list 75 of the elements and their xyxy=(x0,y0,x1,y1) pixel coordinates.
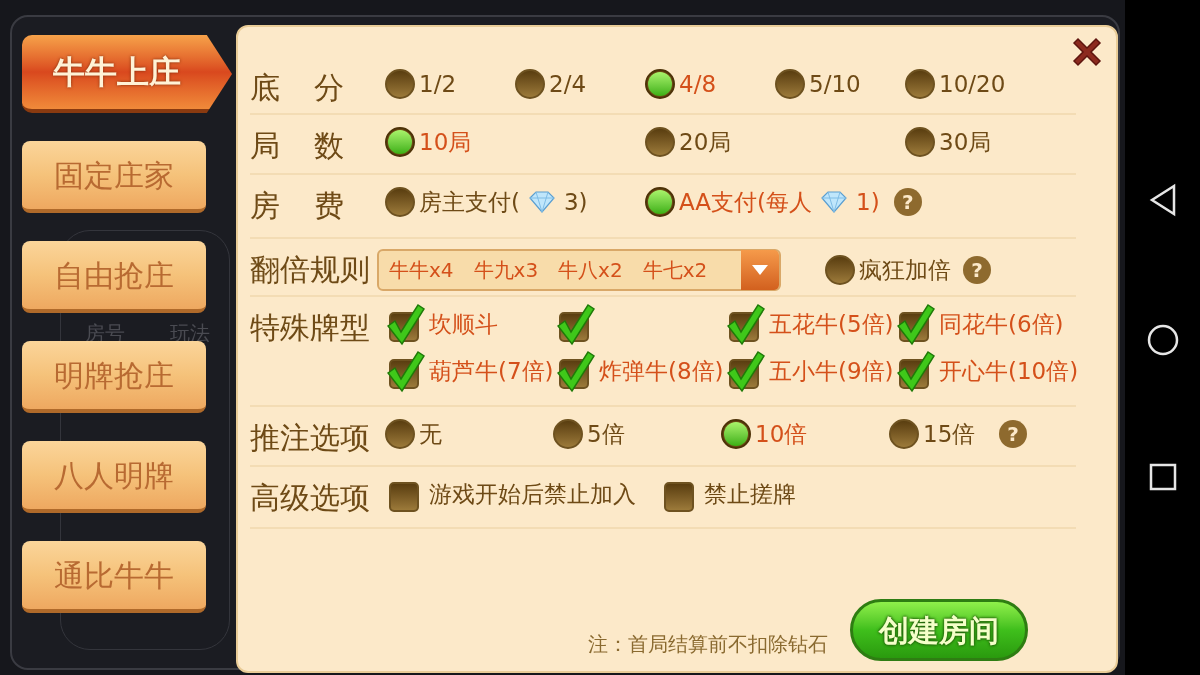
option-label: 4/8 xyxy=(679,70,716,99)
radio-button[interactable] xyxy=(905,69,935,100)
radio-button[interactable] xyxy=(385,127,415,158)
checkbox[interactable] xyxy=(725,348,765,393)
help-icon[interactable]: ? xyxy=(999,420,1027,449)
option-label: AA支付(每人 xyxy=(679,188,813,217)
dropdown-arrow-icon xyxy=(751,264,769,276)
option-label: 5倍 xyxy=(587,420,625,449)
option-label: 3) xyxy=(564,188,588,217)
radio-button[interactable] xyxy=(645,187,675,218)
option-label: 五小牛(9倍) xyxy=(769,356,894,386)
radio-button[interactable] xyxy=(775,69,805,100)
option-label: 开心牛(10倍) xyxy=(939,356,1079,386)
option-label: 2/4 xyxy=(549,70,586,99)
option-label: 同花牛(6倍) xyxy=(939,310,1064,339)
diamond-icon xyxy=(528,191,556,214)
option-label: 疯狂加倍 xyxy=(859,255,951,285)
option-label: 五花牛(5倍) xyxy=(769,310,894,339)
row-label: 高级选项 xyxy=(250,479,371,517)
note-text: 注：首局结算前不扣除钻石 xyxy=(588,631,828,658)
help-icon[interactable]: ? xyxy=(963,256,991,284)
close-icon[interactable] xyxy=(1070,35,1104,69)
option-label: 10/20 xyxy=(939,70,1006,99)
option-label: 1/2 xyxy=(419,70,456,99)
checkbox[interactable] xyxy=(725,302,765,347)
checkbox[interactable] xyxy=(385,348,425,393)
checkbox[interactable] xyxy=(555,348,595,393)
diamond-icon xyxy=(820,191,849,214)
mode-tab[interactable]: 牛牛上庄 xyxy=(22,35,232,113)
mode-tab[interactable]: 明牌抢庄 xyxy=(22,341,206,413)
option-label: 禁止搓牌 xyxy=(704,480,796,509)
option-label: 20局 xyxy=(679,128,732,157)
checkbox[interactable] xyxy=(895,348,935,393)
option-label: 30局 xyxy=(939,128,992,157)
radio-button[interactable] xyxy=(385,187,415,218)
option-label: 15倍 xyxy=(923,420,976,449)
help-icon[interactable]: ? xyxy=(893,188,922,217)
radio-button[interactable] xyxy=(905,127,935,158)
radio-button[interactable] xyxy=(515,69,545,100)
option-label: 10倍 xyxy=(755,420,808,449)
radio-button[interactable] xyxy=(553,419,583,450)
radio-button[interactable] xyxy=(385,69,415,100)
radio-button[interactable] xyxy=(825,255,855,285)
radio-button[interactable] xyxy=(385,419,415,450)
recents-icon[interactable] xyxy=(1147,462,1178,492)
option-label: 10局 xyxy=(419,128,472,157)
create-room-button[interactable]: 创建房间 xyxy=(850,599,1028,661)
row-label: 局 数 xyxy=(250,127,345,165)
radio-button[interactable] xyxy=(721,419,751,450)
option-label: 游戏开始后禁止加入 xyxy=(429,480,636,509)
mode-tab[interactable]: 自由抢庄 xyxy=(22,241,206,313)
row-label: 特殊牌型 xyxy=(250,309,371,347)
row-label: 推注选项 xyxy=(250,419,371,457)
option-label: 房主支付( xyxy=(419,188,520,217)
option-label: 无 xyxy=(419,420,442,449)
option-label: 5/10 xyxy=(809,70,861,99)
option-label: 炸弹牛(8倍) xyxy=(599,356,724,386)
rule-dropdown[interactable]: 牛牛x4 牛九x3 牛八x2 牛七x2 xyxy=(377,249,781,291)
checkbox[interactable] xyxy=(895,302,935,347)
option-label: 坎顺斗 xyxy=(429,310,498,339)
row-label: 房 费 xyxy=(250,187,345,225)
checkbox[interactable] xyxy=(385,302,425,347)
mode-tab[interactable]: 通比牛牛 xyxy=(22,541,206,613)
mode-tab[interactable]: 固定庄家 xyxy=(22,141,206,213)
row-label: 底 分 xyxy=(250,69,345,107)
back-icon[interactable] xyxy=(1147,183,1178,217)
mode-tab[interactable]: 八人明牌 xyxy=(22,441,206,513)
checkbox[interactable] xyxy=(555,302,595,347)
row-label: 翻倍规则 xyxy=(250,251,371,289)
radio-button[interactable] xyxy=(889,419,919,450)
option-label: 葫芦牛(7倍) xyxy=(429,356,554,386)
radio-button[interactable] xyxy=(645,69,675,100)
radio-button[interactable] xyxy=(645,127,675,158)
option-label: 1) xyxy=(856,188,880,217)
home-icon[interactable] xyxy=(1145,322,1180,357)
